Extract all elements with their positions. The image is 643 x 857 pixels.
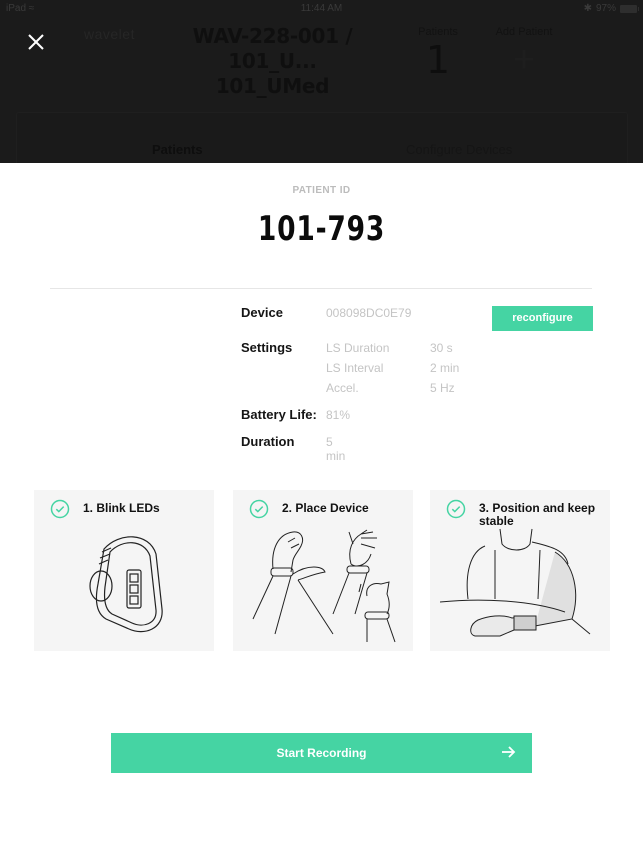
position-arm-illustration <box>440 524 600 644</box>
device-label: Device <box>241 305 283 320</box>
setting-key: Accel. <box>326 381 359 395</box>
step-title: 2. Place Device <box>282 501 369 515</box>
close-button[interactable] <box>24 30 48 54</box>
start-recording-label: Start Recording <box>276 746 367 760</box>
wristband-illustration <box>44 524 204 644</box>
add-patient-stat: Add Patient + <box>488 26 560 82</box>
patients-stat: Patients 1 <box>410 26 466 82</box>
tab-patients: Patients <box>152 142 203 157</box>
step-blink-leds: 1. Blink LEDs <box>34 490 214 651</box>
setting-value: 5 Hz <box>430 381 455 395</box>
battery-label: Battery Life: <box>241 407 317 422</box>
arrow-right-icon <box>500 744 516 760</box>
place-device-illustration <box>243 524 403 644</box>
divider <box>50 288 592 289</box>
patient-id-label: PATIENT ID <box>292 185 351 196</box>
start-recording-button[interactable]: Start Recording <box>111 733 532 773</box>
check-circle-icon <box>249 499 269 519</box>
app-logo: wavelet <box>84 26 135 42</box>
step-title: 1. Blink LEDs <box>83 501 160 515</box>
patient-id-value: 101-793 <box>257 209 386 249</box>
setting-key: LS Duration <box>326 341 390 355</box>
bluetooth-icon: ✱ <box>583 3 592 14</box>
study-title: WAV-228-001 / 101_U... 101_UMed <box>155 24 390 99</box>
battery-icon <box>620 4 639 13</box>
setup-steps: 1. Blink LEDs 2. Place Device 3. Positio… <box>34 490 610 651</box>
check-circle-icon <box>50 499 70 519</box>
duration-value: 5 min <box>326 435 346 463</box>
study-title-line2: 101_UMed <box>215 74 330 98</box>
patients-label: Patients <box>418 26 458 38</box>
status-time: 11:44 AM <box>300 3 343 14</box>
status-right: ✱ 97% <box>583 3 639 14</box>
battery-percent: 97% <box>595 3 616 14</box>
setting-key: LS Interval <box>326 361 384 375</box>
patients-count: 1 <box>425 38 451 82</box>
patient-modal: PATIENT ID 101-793 Device 008098DC0E79 S… <box>0 163 643 857</box>
add-patient-label: Add Patient <box>495 26 553 38</box>
check-circle-icon <box>446 499 466 519</box>
status-bar: iPad ≈ 11:44 AM ✱ 97% <box>0 0 643 18</box>
settings-label: Settings <box>241 340 293 355</box>
tabs-card <box>16 112 628 163</box>
add-patient-icon: + <box>512 39 536 81</box>
reconfigure-button[interactable]: reconfigure <box>492 306 593 331</box>
tab-configure-devices: Configure Devices <box>406 142 513 157</box>
dimmed-background: iPad ≈ 11:44 AM ✱ 97% wavelet WAV-228-00… <box>0 0 643 163</box>
setting-value: 30 s <box>430 341 453 355</box>
setting-value: 2 min <box>430 361 460 375</box>
close-icon <box>28 34 44 50</box>
device-value: 008098DC0E79 <box>326 306 412 320</box>
step-position-stable: 3. Position and keep stable <box>430 490 610 651</box>
battery-value: 81% <box>326 408 351 422</box>
duration-label: Duration <box>241 434 295 449</box>
step-place-device: 2. Place Device <box>233 490 413 651</box>
study-title-line1: WAV-228-001 / 101_U... <box>192 24 353 73</box>
